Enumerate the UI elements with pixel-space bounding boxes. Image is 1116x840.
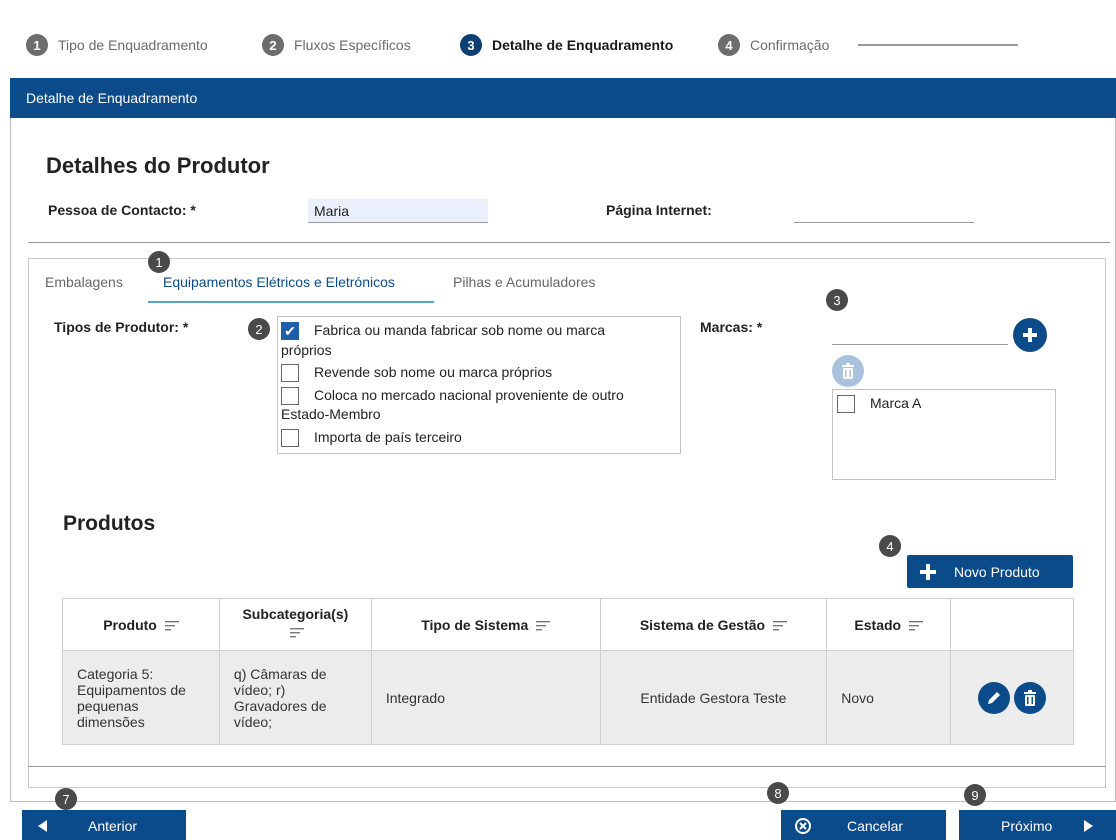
- section-header-title: Detalhe de Enquadramento: [26, 90, 198, 106]
- next-button[interactable]: Próximo: [959, 810, 1116, 840]
- brand-input[interactable]: [832, 319, 1008, 343]
- next-label: Próximo: [1001, 818, 1053, 834]
- active-tab-indicator: [148, 301, 434, 303]
- cell-sistema-gestao: Entidade Gestora Teste: [599, 650, 828, 745]
- badge-9: 9: [964, 784, 986, 806]
- column-header-estado[interactable]: Estado: [826, 598, 952, 651]
- sort-icon: [908, 620, 923, 631]
- new-product-label: Novo Produto: [954, 563, 1040, 580]
- sort-icon: [290, 628, 305, 638]
- cell-estado: Novo: [826, 650, 952, 745]
- delete-brand-button[interactable]: [832, 355, 864, 387]
- divider: [28, 242, 1110, 243]
- step-label: Fluxos Específicos: [294, 37, 411, 53]
- producer-type-label-2: Revende sob nome ou marca próprios: [314, 364, 553, 380]
- plus-icon: [920, 563, 936, 580]
- contact-label: Pessoa de Contacto: *: [48, 202, 196, 218]
- tab-equipamentos[interactable]: Equipamentos Elétricos e Eletrónicos: [163, 274, 395, 290]
- cancel-circle-icon: [795, 818, 811, 834]
- column-header-tipo-sistema[interactable]: Tipo de Sistema: [370, 598, 601, 651]
- cancel-button[interactable]: Cancelar: [781, 810, 946, 840]
- tab-embalagens[interactable]: Embalagens: [45, 274, 123, 290]
- badge-1: 1: [148, 251, 170, 273]
- table-header-row: Produto Subcategoria(s) Tipo de Sistema …: [62, 598, 1074, 651]
- edit-product-button[interactable]: [978, 681, 1011, 714]
- badge-8: 8: [767, 782, 789, 804]
- producer-type-checkbox-3[interactable]: [281, 387, 299, 405]
- new-product-button[interactable]: Novo Produto: [907, 555, 1073, 588]
- step-number: 3: [460, 34, 482, 56]
- cell-actions: [950, 650, 1074, 745]
- check-icon: ✔: [284, 322, 296, 339]
- sort-icon: [164, 620, 179, 631]
- previous-button[interactable]: Anterior: [22, 810, 186, 840]
- section-header: Detalhe de Enquadramento: [10, 78, 1116, 118]
- brand-input-underline: [832, 344, 1008, 345]
- step-number: 2: [262, 34, 284, 56]
- step-3[interactable]: 3 Detalhe de Enquadramento: [460, 34, 673, 56]
- cell-tipo-sistema: Integrado: [370, 650, 601, 745]
- producer-type-label-3: Coloca no mercado nacional proveniente d…: [314, 387, 624, 403]
- step-number: 1: [26, 34, 48, 56]
- step-label: Detalhe de Enquadramento: [492, 37, 674, 53]
- bottom-divider: [28, 766, 1106, 767]
- step-label: Tipo de Enquadramento: [58, 37, 208, 53]
- plus-circle-icon: [1023, 328, 1037, 342]
- producer-type-checkbox-2[interactable]: [281, 364, 299, 382]
- stepper-line: [858, 44, 1018, 46]
- column-header-produto[interactable]: Produto: [62, 598, 220, 651]
- add-brand-button[interactable]: [1013, 318, 1047, 352]
- producer-type-label-3b: Estado-Membro: [281, 406, 381, 422]
- brand-checkbox-marca-a[interactable]: [837, 395, 855, 413]
- brand-label-marca-a: Marca A: [870, 395, 922, 411]
- producer-type-label-1: Fabrica ou manda fabricar sob nome ou ma…: [314, 322, 606, 338]
- trash-icon: [842, 363, 854, 379]
- arrow-right-icon: [1084, 820, 1094, 832]
- delete-product-button[interactable]: [1014, 681, 1047, 714]
- website-input[interactable]: [794, 199, 974, 223]
- column-header-sistema-gestao[interactable]: Sistema de Gestão: [599, 598, 828, 651]
- badge-2: 2: [248, 318, 270, 340]
- arrow-left-icon: [38, 820, 47, 832]
- badge-7: 7: [55, 788, 77, 810]
- sort-icon: [536, 620, 551, 631]
- sort-icon: [772, 620, 787, 631]
- products-table: Produto Subcategoria(s) Tipo de Sistema …: [62, 598, 1074, 745]
- step-4[interactable]: 4 Confirmação: [718, 34, 829, 56]
- step-label: Confirmação: [750, 37, 830, 53]
- producer-title: Detalhes do Produtor: [46, 153, 270, 178]
- website-label: Página Internet:: [606, 202, 712, 218]
- products-title: Produtos: [63, 512, 156, 535]
- producer-type-checkbox-4[interactable]: [281, 429, 299, 447]
- brand-list: [832, 389, 1056, 480]
- producer-types-label: Tipos de Produtor: *: [54, 319, 189, 335]
- cell-produto: Categoria 5: Equipamentos de pequenas di…: [62, 650, 220, 745]
- brands-label: Marcas: *: [700, 319, 763, 335]
- column-header-actions: [950, 598, 1074, 651]
- producer-type-label-4: Importa de país terceiro: [314, 429, 462, 445]
- badge-3: 3: [826, 289, 848, 311]
- step-2[interactable]: 2 Fluxos Específicos: [262, 34, 411, 56]
- contact-input[interactable]: [308, 199, 488, 223]
- cell-subcategoria: q) Câmaras de vídeo; r) Gravadores de ví…: [218, 650, 372, 745]
- step-number: 4: [718, 34, 740, 56]
- tab-pilhas[interactable]: Pilhas e Acumuladores: [453, 274, 595, 290]
- trash-icon: [1024, 689, 1037, 706]
- producer-type-label-1b: próprios: [281, 342, 332, 358]
- badge-4: 4: [879, 535, 901, 557]
- pencil-icon: [988, 691, 1001, 704]
- producer-type-checkbox-1[interactable]: ✔: [281, 322, 299, 340]
- previous-label: Anterior: [88, 818, 138, 834]
- table-row: Categoria 5: Equipamentos de pequenas di…: [62, 650, 1074, 745]
- cancel-label: Cancelar: [847, 818, 904, 834]
- column-header-subcategoria[interactable]: Subcategoria(s): [218, 598, 372, 651]
- step-1[interactable]: 1 Tipo de Enquadramento: [26, 34, 208, 56]
